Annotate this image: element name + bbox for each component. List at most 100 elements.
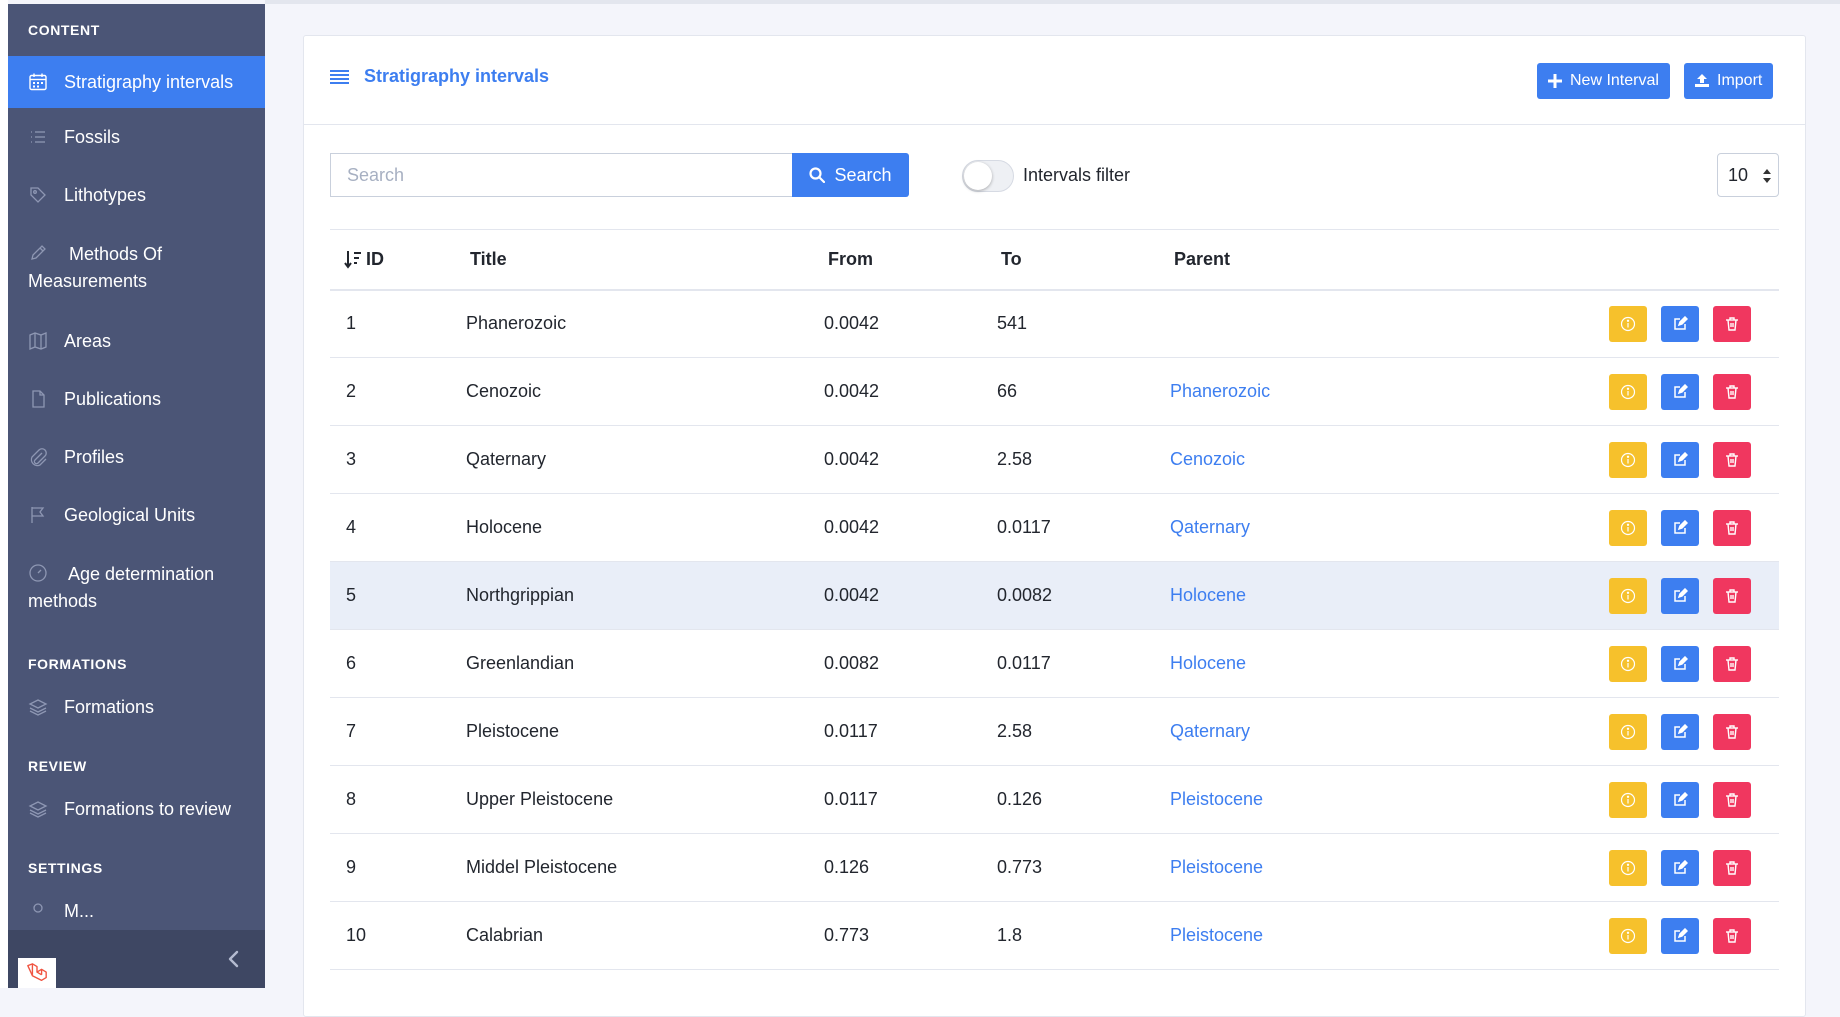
parent-link[interactable]: Pleistocene: [1170, 925, 1263, 945]
delete-button[interactable]: [1713, 441, 1751, 478]
delete-button[interactable]: [1713, 781, 1751, 818]
delete-button[interactable]: [1713, 509, 1751, 546]
delete-button[interactable]: [1713, 645, 1751, 682]
edit-button[interactable]: [1661, 917, 1699, 954]
column-header-actions: [1470, 230, 1779, 290]
sidebar-item-geological-units[interactable]: Geological Units: [8, 486, 265, 544]
delete-button[interactable]: [1713, 849, 1751, 886]
info-icon: [1620, 928, 1636, 943]
sidebar-item-formations-to-review[interactable]: Formations to review: [8, 792, 265, 838]
cell-from-value: 0.0117: [824, 789, 878, 809]
view-button[interactable]: [1609, 373, 1647, 410]
table-row[interactable]: 10 Calabrian 0.773 1.8 Pleistocene: [330, 902, 1779, 970]
edit-button[interactable]: [1661, 781, 1699, 818]
sidebar-item-lithotypes[interactable]: Lithotypes: [8, 166, 265, 224]
edit-button[interactable]: [1661, 713, 1699, 750]
sidebar-item-areas[interactable]: Areas: [8, 312, 265, 370]
view-button[interactable]: [1609, 849, 1647, 886]
column-header-label: To: [1001, 248, 1022, 269]
edit-button[interactable]: [1661, 373, 1699, 410]
edit-icon: [1674, 519, 1688, 534]
sidebar-item-fossils[interactable]: Fossils: [8, 108, 265, 166]
import-button[interactable]: Import: [1684, 63, 1774, 99]
sidebar-item-label: Publications: [64, 389, 162, 409]
cell-from-value: 0.0042: [824, 381, 880, 401]
table-row[interactable]: 1 Phanerozoic 0.0042 541: [330, 290, 1779, 358]
view-button[interactable]: [1609, 713, 1647, 750]
parent-link[interactable]: Pleistocene: [1170, 857, 1263, 877]
column-header-parent[interactable]: Parent: [1170, 230, 1470, 290]
cell-from: 0.0042: [824, 562, 997, 630]
cell-to: 0.0117: [997, 494, 1170, 562]
new-interval-label: New Interval: [1570, 72, 1659, 89]
cell-to-value: 0.126: [997, 789, 1043, 809]
sidebar-item-stratigraphy-intervals[interactable]: Stratigraphy intervals: [8, 56, 265, 108]
cell-parent: Pleistocene: [1170, 766, 1470, 834]
intervals-filter-toggle[interactable]: [962, 160, 1014, 192]
edit-button[interactable]: [1661, 509, 1699, 546]
sidebar-item-settings-partial[interactable]: M...: [8, 894, 265, 928]
delete-button[interactable]: [1713, 713, 1751, 750]
file-icon: [28, 389, 48, 409]
edit-button[interactable]: [1661, 577, 1699, 614]
view-button[interactable]: [1609, 645, 1647, 682]
chevron-left-icon[interactable]: [225, 950, 243, 968]
parent-link[interactable]: Holocene: [1170, 653, 1246, 673]
search-input[interactable]: [330, 153, 792, 197]
cell-id: 7: [330, 698, 466, 766]
delete-button[interactable]: [1713, 373, 1751, 410]
edit-button[interactable]: [1661, 849, 1699, 886]
view-button[interactable]: [1609, 577, 1647, 614]
cell-parent: Phanerozoic: [1170, 358, 1470, 426]
table-row[interactable]: 8 Upper Pleistocene 0.0117 0.126 Pleisto…: [330, 766, 1779, 834]
sidebar-item-label: Areas: [64, 331, 112, 351]
cell-id: 2: [330, 358, 466, 426]
column-header-from[interactable]: From: [824, 230, 997, 290]
cell-id: 1: [330, 290, 466, 358]
sidebar-item-profiles[interactable]: Profiles: [8, 428, 265, 486]
sidebar-item-publications[interactable]: Publications: [8, 370, 265, 428]
delete-button[interactable]: [1713, 577, 1751, 614]
per-page-select[interactable]: 10: [1717, 153, 1779, 197]
cell-to-value: 541: [997, 313, 1028, 334]
search-button[interactable]: Search: [792, 153, 909, 197]
edit-button[interactable]: [1661, 305, 1699, 342]
sidebar-item-age-determination-methods[interactable]: Age determination methods: [8, 544, 265, 632]
view-button[interactable]: [1609, 305, 1647, 342]
cell-actions: [1470, 358, 1779, 426]
view-button[interactable]: [1609, 441, 1647, 478]
cell-to-value: 2.58: [997, 449, 1033, 469]
sidebar-item-formations[interactable]: Formations: [8, 690, 265, 736]
edit-button[interactable]: [1661, 645, 1699, 682]
parent-link[interactable]: Cenozoic: [1170, 449, 1245, 469]
table-row[interactable]: 5 Northgrippian 0.0042 0.0082 Holocene: [330, 561, 1779, 630]
column-header-id[interactable]: ID: [330, 230, 466, 290]
cell-id: 4: [330, 494, 466, 562]
table-row[interactable]: 7 Pleistocene 0.0117 2.58 Qaternary: [330, 698, 1779, 766]
delete-button[interactable]: [1713, 305, 1751, 342]
view-button[interactable]: [1609, 509, 1647, 546]
new-interval-button[interactable]: New Interval: [1537, 63, 1670, 99]
delete-button[interactable]: [1713, 917, 1751, 954]
column-header-title[interactable]: Title: [466, 230, 824, 290]
parent-link[interactable]: Qaternary: [1170, 517, 1250, 537]
table-row[interactable]: 4 Holocene 0.0042 0.0117 Qaternary: [330, 494, 1779, 562]
view-button[interactable]: [1609, 781, 1647, 818]
edit-button[interactable]: [1661, 441, 1699, 478]
cell-title: Qaternary: [466, 426, 824, 494]
column-header-to[interactable]: To: [997, 230, 1170, 290]
cell-id: 6: [330, 630, 466, 698]
cell-id: 5: [330, 562, 466, 630]
table-row[interactable]: 3 Qaternary 0.0042 2.58 Cenozoic: [330, 426, 1779, 494]
table-row[interactable]: 2 Cenozoic 0.0042 66 Phanerozoic: [330, 358, 1779, 426]
table-row[interactable]: 6 Greenlandian 0.0082 0.0117 Holocene: [330, 630, 1779, 698]
parent-link[interactable]: Phanerozoic: [1170, 381, 1270, 401]
parent-link[interactable]: Pleistocene: [1170, 789, 1263, 809]
parent-link[interactable]: Holocene: [1170, 585, 1246, 605]
view-button[interactable]: [1609, 917, 1647, 954]
sidebar-item-label: Fossils: [64, 127, 121, 147]
parent-link[interactable]: Qaternary: [1170, 721, 1250, 741]
table-row[interactable]: 9 Middel Pleistocene 0.126 0.773 Pleisto…: [330, 834, 1779, 902]
cell-from: 0.0042: [824, 426, 997, 494]
sidebar-item-methods-of-measurements[interactable]: Methods Of Measurements: [8, 224, 265, 312]
